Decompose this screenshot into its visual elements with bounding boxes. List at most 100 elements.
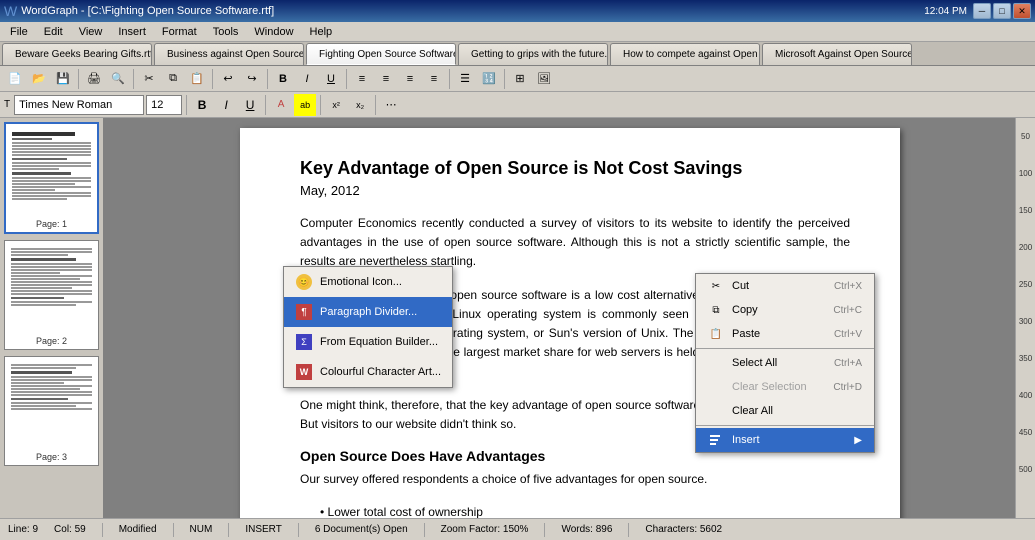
sep-7: [504, 69, 505, 89]
preview-button[interactable]: 🔍: [107, 68, 129, 90]
italic-button[interactable]: I: [296, 68, 318, 90]
thumb-page-2[interactable]: Page: 2: [4, 240, 99, 350]
menu-tools[interactable]: Tools: [205, 24, 247, 40]
insert-icon: [708, 432, 724, 448]
underline-btn2[interactable]: U: [239, 94, 261, 116]
status-zoom: Zoom Factor: 150%: [441, 524, 529, 535]
highlight[interactable]: ab: [294, 94, 316, 116]
menu-view[interactable]: View: [71, 24, 111, 40]
menu-edit[interactable]: Edit: [36, 24, 71, 40]
ctx-cut[interactable]: ✂ Cut Ctrl+X: [696, 274, 874, 298]
font-size[interactable]: [146, 95, 182, 115]
superscript[interactable]: x²: [325, 94, 347, 116]
sub-para-divider[interactable]: ¶ Paragraph Divider...: [284, 297, 452, 327]
thumb-page-3[interactable]: Page: 3: [4, 356, 99, 466]
ctx-copy-label: Copy: [732, 304, 758, 316]
sub-para-label: Paragraph Divider...: [320, 306, 417, 318]
bullets-button[interactable]: ☰: [454, 68, 476, 90]
sep-1: [78, 69, 79, 89]
minimize-button[interactable]: ─: [973, 3, 991, 19]
tab-3[interactable]: Getting to grips with the future.rtf: [458, 43, 608, 65]
tab-4[interactable]: How to compete against Open Source.rtf: [610, 43, 760, 65]
thumb-inner-1: [9, 127, 94, 217]
thumb-label-3: Page: 3: [8, 452, 95, 462]
numbering-button[interactable]: 🔢: [478, 68, 500, 90]
new-button[interactable]: 📄: [4, 68, 26, 90]
doc-title: Key Advantage of Open Source is Not Cost…: [300, 158, 850, 179]
tab-1[interactable]: Business against Open Source.rtf: [154, 43, 304, 65]
ctx-select-all[interactable]: Select All Ctrl+A: [696, 351, 874, 375]
insert-image[interactable]: 🖼: [533, 68, 555, 90]
align-left[interactable]: ≡: [351, 68, 373, 90]
bold-btn2[interactable]: B: [191, 94, 213, 116]
menu-insert[interactable]: Insert: [110, 24, 154, 40]
tab-5[interactable]: Microsoft Against Open Source.rtf: [762, 43, 912, 65]
italic-btn2[interactable]: I: [215, 94, 237, 116]
menu-window[interactable]: Window: [246, 24, 301, 40]
status-sep-3: [228, 523, 229, 537]
align-center[interactable]: ≡: [375, 68, 397, 90]
menu-format[interactable]: Format: [154, 24, 205, 40]
bold-button[interactable]: B: [272, 68, 294, 90]
ctx-insert[interactable]: Insert ▶: [696, 428, 874, 452]
maximize-button[interactable]: □: [993, 3, 1011, 19]
tab-2[interactable]: Fighting Open Source Software.rtf: [306, 43, 456, 65]
status-words: Words: 896: [561, 524, 612, 535]
justify[interactable]: ≡: [423, 68, 445, 90]
align-right[interactable]: ≡: [399, 68, 421, 90]
font-color[interactable]: A: [270, 94, 292, 116]
sep-6: [449, 69, 450, 89]
ruler-right: 50 100 150 200 250 300 350 400 450 500: [1015, 118, 1035, 518]
para-divider-icon: ¶: [294, 302, 314, 322]
copy-icon: ⧉: [708, 302, 724, 318]
context-menu: ✂ Cut Ctrl+X ⧉ Copy Ctrl+C 📋 Paste Ctrl+…: [695, 273, 875, 453]
subscript[interactable]: x₂: [349, 94, 371, 116]
ctx-clear-sel[interactable]: Clear Selection Ctrl+D: [696, 375, 874, 399]
cut-button[interactable]: ✂: [138, 68, 160, 90]
close-button[interactable]: ✕: [1013, 3, 1031, 19]
ctx-select-shortcut: Ctrl+A: [834, 358, 862, 369]
ctx-paste[interactable]: 📋 Paste Ctrl+V: [696, 322, 874, 346]
menu-help[interactable]: Help: [302, 24, 341, 40]
save-button[interactable]: 💾: [52, 68, 74, 90]
sub-char-art[interactable]: W Colourful Character Art...: [284, 357, 452, 387]
copy-button[interactable]: ⧉: [162, 68, 184, 90]
sub-equation[interactable]: Σ From Equation Builder...: [284, 327, 452, 357]
insert-table[interactable]: ⊞: [509, 68, 531, 90]
paste-button[interactable]: 📋: [186, 68, 208, 90]
ctx-copy[interactable]: ⧉ Copy Ctrl+C: [696, 298, 874, 322]
select-all-icon: [708, 355, 724, 371]
status-sep-6: [544, 523, 545, 537]
font-selector[interactable]: [14, 95, 144, 115]
title-bar: W WordGraph - [C:\Fighting Open Source S…: [0, 0, 1035, 22]
toolbar-1: 📄 📂 💾 🖨 🔍 ✂ ⧉ 📋 ↩ ↪ B I U ≡ ≡ ≡ ≡ ☰ 🔢 ⊞ …: [0, 66, 1035, 92]
doc-area[interactable]: Key Advantage of Open Source is Not Cost…: [105, 118, 1035, 518]
ctx-paste-label: Paste: [732, 328, 760, 340]
thumb-page-1[interactable]: Page: 1: [4, 122, 99, 234]
title-bar-title: WordGraph - [C:\Fighting Open Source Sof…: [21, 5, 274, 17]
sub-emotional-icon[interactable]: 😊 Emotional Icon...: [284, 267, 452, 297]
more-format[interactable]: ⋯: [380, 94, 402, 116]
undo-button[interactable]: ↩: [217, 68, 239, 90]
underline-button[interactable]: U: [320, 68, 342, 90]
emotional-icon: 😊: [294, 272, 314, 292]
doc-para-4: Our survey offered respondents a choice …: [300, 470, 850, 489]
ctx-cut-shortcut: Ctrl+X: [834, 281, 862, 292]
clear-sel-icon: [708, 379, 724, 395]
redo-button[interactable]: ↪: [241, 68, 263, 90]
submenu: 😊 Emotional Icon... ¶ Paragraph Divider.…: [283, 266, 453, 388]
sep-11: [375, 95, 376, 115]
thumb-label-2: Page: 2: [8, 336, 95, 346]
open-button[interactable]: 📂: [28, 68, 50, 90]
print-button[interactable]: 🖨: [83, 68, 105, 90]
sub-emotional-label: Emotional Icon...: [320, 276, 402, 288]
ctx-sep-2: [696, 425, 874, 426]
tab-0[interactable]: Beware Geeks Bearing Gifts.rtf: [2, 43, 152, 65]
menu-file[interactable]: File: [2, 24, 36, 40]
status-bar: Line: 9 Col: 59 Modified NUM INSERT 6 Do…: [0, 518, 1035, 540]
thumb-inner-3: [8, 360, 95, 450]
ctx-clear-all[interactable]: Clear All: [696, 399, 874, 423]
ctx-clear-sel-label: Clear Selection: [732, 381, 807, 393]
tabs-bar: Beware Geeks Bearing Gifts.rtf Business …: [0, 42, 1035, 66]
status-sep-7: [628, 523, 629, 537]
